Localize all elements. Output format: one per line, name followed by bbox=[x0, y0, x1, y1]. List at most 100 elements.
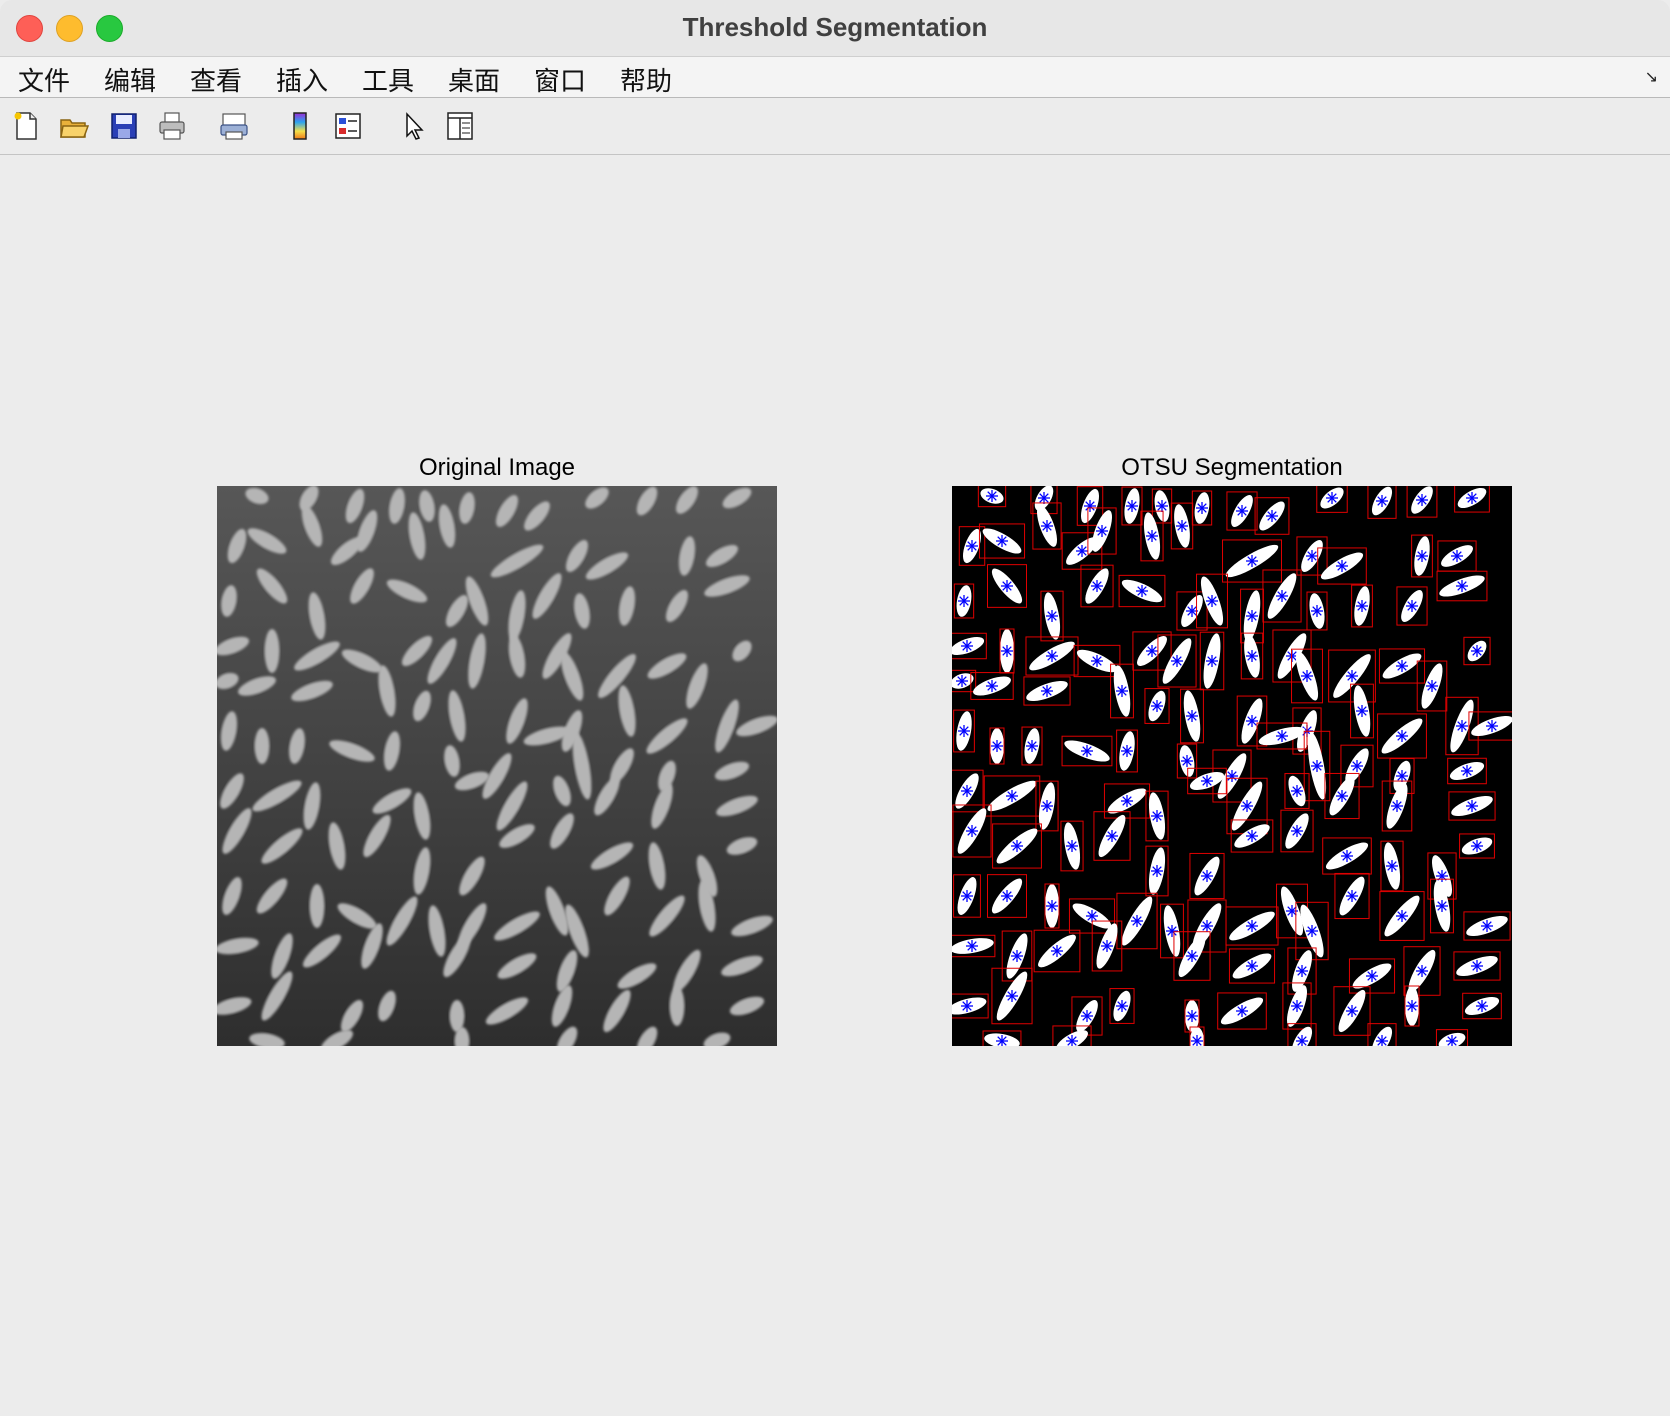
centroid-marker bbox=[1121, 795, 1133, 807]
centroid-marker bbox=[1246, 715, 1258, 727]
centroid-marker bbox=[1266, 510, 1278, 522]
centroid-marker bbox=[1486, 720, 1498, 732]
window-title: Threshold Segmentation bbox=[682, 12, 988, 42]
centroid-marker bbox=[966, 825, 978, 837]
centroid-marker bbox=[1306, 925, 1318, 937]
centroid-marker bbox=[1276, 590, 1288, 602]
centroid-marker bbox=[1201, 920, 1213, 932]
centroid-marker bbox=[1001, 580, 1013, 592]
centroid-marker bbox=[1346, 670, 1358, 682]
centroid-marker bbox=[1156, 500, 1168, 512]
original-image-title: Original Image bbox=[418, 454, 576, 481]
centroid-marker bbox=[1131, 915, 1143, 927]
menu-window[interactable]: 窗口 bbox=[534, 61, 586, 98]
rice-grain bbox=[309, 884, 325, 928]
centroid-marker bbox=[1436, 900, 1448, 912]
centroid-marker bbox=[1296, 1035, 1308, 1046]
centroid-marker bbox=[966, 940, 978, 952]
centroid-marker bbox=[966, 540, 978, 552]
centroid-marker bbox=[1396, 730, 1408, 742]
centroid-marker bbox=[1066, 1035, 1078, 1046]
centroid-marker bbox=[1466, 492, 1478, 504]
menu-insert[interactable]: 插入 bbox=[276, 61, 328, 98]
centroid-marker bbox=[1336, 790, 1348, 802]
toolbar bbox=[0, 98, 1670, 155]
rice-grain bbox=[264, 629, 280, 673]
centroid-marker bbox=[1186, 710, 1198, 722]
centroid-marker bbox=[1296, 965, 1308, 977]
centroid-marker bbox=[1396, 660, 1408, 672]
rice-grain bbox=[254, 728, 270, 764]
centroid-marker bbox=[1026, 740, 1038, 752]
centroid-marker bbox=[1246, 920, 1258, 932]
new-figure-icon[interactable] bbox=[8, 108, 44, 144]
centroid-marker bbox=[1246, 555, 1258, 567]
centroid-marker bbox=[1351, 760, 1363, 772]
centroid-marker bbox=[961, 785, 973, 797]
centroid-marker bbox=[1311, 760, 1323, 772]
centroid-marker bbox=[1326, 492, 1338, 504]
figure-window: Threshold Segmentation 文件 编辑 查看 插入 工具 桌面… bbox=[0, 0, 1670, 1416]
menu-help[interactable]: 帮助 bbox=[620, 61, 672, 98]
title-bar: Threshold Segmentation bbox=[0, 0, 1670, 57]
menu-desktop[interactable]: 桌面 bbox=[448, 61, 500, 98]
centroid-marker bbox=[1246, 650, 1258, 662]
open-file-icon[interactable] bbox=[56, 108, 92, 144]
centroid-marker bbox=[1291, 825, 1303, 837]
centroid-marker bbox=[1356, 600, 1368, 612]
centroid-marker bbox=[1081, 745, 1093, 757]
centroid-marker bbox=[1151, 865, 1163, 877]
centroid-marker bbox=[958, 595, 970, 607]
centroid-marker bbox=[1461, 765, 1473, 777]
menu-file[interactable]: 文件 bbox=[18, 61, 70, 98]
centroid-marker bbox=[1038, 492, 1050, 504]
centroid-marker bbox=[1336, 560, 1348, 572]
original-image-axes[interactable] bbox=[217, 486, 777, 1046]
centroid-marker bbox=[1346, 1005, 1358, 1017]
centroid-marker bbox=[1091, 655, 1103, 667]
centroid-marker bbox=[986, 490, 998, 502]
centroid-marker bbox=[1076, 545, 1088, 557]
centroid-marker bbox=[1246, 830, 1258, 842]
centroid-marker bbox=[1091, 580, 1103, 592]
menu-tools[interactable]: 工具 bbox=[362, 61, 414, 98]
menu-bar: 文件 编辑 查看 插入 工具 桌面 窗口 帮助 ↘ bbox=[0, 57, 1670, 98]
menu-edit[interactable]: 编辑 bbox=[104, 61, 156, 98]
centroid-marker bbox=[1406, 1000, 1418, 1012]
centroid-marker bbox=[1206, 595, 1218, 607]
centroid-marker bbox=[1001, 645, 1013, 657]
centroid-marker bbox=[961, 640, 973, 652]
centroid-marker bbox=[1151, 700, 1163, 712]
centroid-marker bbox=[1146, 645, 1158, 657]
centroid-marker bbox=[996, 535, 1008, 547]
centroid-marker bbox=[1451, 550, 1463, 562]
centroid-marker bbox=[1416, 965, 1428, 977]
centroid-marker bbox=[1391, 800, 1403, 812]
centroid-marker bbox=[996, 1035, 1008, 1046]
menu-view[interactable]: 查看 bbox=[190, 61, 242, 98]
centroid-marker bbox=[1136, 585, 1148, 597]
edit-plot-cursor-icon[interactable] bbox=[396, 108, 432, 144]
centroid-marker bbox=[1246, 610, 1258, 622]
centroid-marker bbox=[1436, 870, 1448, 882]
print-icon[interactable] bbox=[154, 108, 190, 144]
centroid-marker bbox=[1001, 890, 1013, 902]
centroid-marker bbox=[1471, 645, 1483, 657]
save-icon[interactable] bbox=[106, 108, 142, 144]
insert-legend-icon[interactable] bbox=[330, 108, 366, 144]
centroid-marker bbox=[1356, 705, 1368, 717]
centroid-marker bbox=[1226, 770, 1238, 782]
otsu-segmentation-axes[interactable] bbox=[952, 486, 1512, 1046]
dock-arrow-icon[interactable]: ↘ bbox=[1645, 67, 1658, 86]
centroid-marker bbox=[986, 680, 998, 692]
centroid-marker bbox=[1006, 790, 1018, 802]
centroid-marker bbox=[1291, 1000, 1303, 1012]
centroid-marker bbox=[1241, 800, 1253, 812]
centroid-marker bbox=[1051, 945, 1063, 957]
property-editor-icon[interactable] bbox=[442, 108, 478, 144]
centroid-marker bbox=[1446, 1035, 1458, 1046]
centroid-marker bbox=[1046, 900, 1058, 912]
insert-colorbar-icon[interactable] bbox=[282, 108, 318, 144]
centroid-marker bbox=[1246, 960, 1258, 972]
print-preview-icon[interactable] bbox=[216, 108, 252, 144]
